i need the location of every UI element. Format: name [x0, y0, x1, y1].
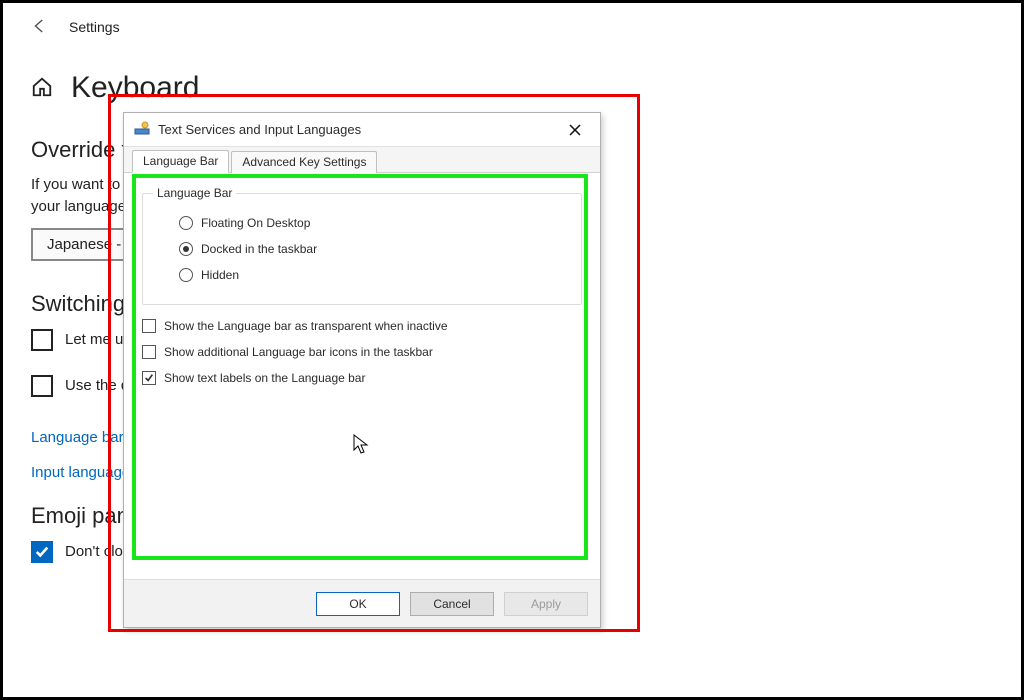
- check-transparent-label: Show the Language bar as transparent whe…: [164, 319, 448, 333]
- dialog-tabs: Language Bar Advanced Key Settings: [124, 147, 600, 173]
- radio-docked-row[interactable]: Docked in the taskbar: [179, 242, 567, 256]
- close-button[interactable]: [558, 116, 592, 144]
- apply-button: Apply: [504, 592, 588, 616]
- radio-checked-icon[interactable]: [179, 242, 193, 256]
- radio-hidden-label: Hidden: [201, 268, 239, 282]
- radio-icon[interactable]: [179, 216, 193, 230]
- check-additional-label: Show additional Language bar icons in th…: [164, 345, 433, 359]
- check-textlabels-row[interactable]: Show text labels on the Language bar: [142, 371, 582, 385]
- check-textlabels-label: Show text labels on the Language bar: [164, 371, 365, 385]
- checkbox-empty-icon[interactable]: [31, 329, 53, 351]
- switching-check-1-label: Let me us: [65, 331, 131, 348]
- switching-check-2-label: Use the d: [65, 377, 129, 394]
- app-title: Settings: [69, 19, 120, 35]
- dialog-app-icon: [134, 120, 150, 139]
- checkbox-icon[interactable]: [142, 345, 156, 359]
- text-services-dialog: Text Services and Input Languages Langua…: [123, 112, 601, 628]
- page-title: Keyboard: [71, 71, 199, 105]
- radio-hidden-row[interactable]: Hidden: [179, 268, 567, 282]
- radio-floating-label: Floating On Desktop: [201, 216, 310, 230]
- dialog-title: Text Services and Input Languages: [158, 122, 558, 137]
- tab-language-bar[interactable]: Language Bar: [132, 150, 229, 173]
- checkbox-checked-icon[interactable]: [142, 371, 156, 385]
- check-additional-row[interactable]: Show additional Language bar icons in th…: [142, 345, 582, 359]
- checkbox-icon[interactable]: [142, 319, 156, 333]
- page-heading-row: Keyboard: [31, 71, 1021, 105]
- cancel-button[interactable]: Cancel: [410, 592, 494, 616]
- dialog-titlebar[interactable]: Text Services and Input Languages: [124, 113, 600, 147]
- tab-advanced-key-settings[interactable]: Advanced Key Settings: [231, 151, 377, 173]
- radio-icon[interactable]: [179, 268, 193, 282]
- ok-button[interactable]: OK: [316, 592, 400, 616]
- language-bar-groupbox: Language Bar Floating On Desktop Docked …: [142, 193, 582, 305]
- check-transparent-row[interactable]: Show the Language bar as transparent whe…: [142, 319, 582, 333]
- radio-docked-label: Docked in the taskbar: [201, 242, 317, 256]
- back-arrow-icon[interactable]: [31, 17, 49, 38]
- settings-header: Settings: [3, 11, 1021, 43]
- checkbox-empty-icon[interactable]: [31, 375, 53, 397]
- dialog-button-bar: OK Cancel Apply: [124, 579, 600, 627]
- dialog-content: Language Bar Floating On Desktop Docked …: [124, 173, 600, 575]
- radio-floating-row[interactable]: Floating On Desktop: [179, 216, 567, 230]
- checkbox-checked-icon[interactable]: [31, 541, 53, 563]
- home-icon[interactable]: [31, 76, 53, 101]
- groupbox-legend: Language Bar: [153, 186, 236, 200]
